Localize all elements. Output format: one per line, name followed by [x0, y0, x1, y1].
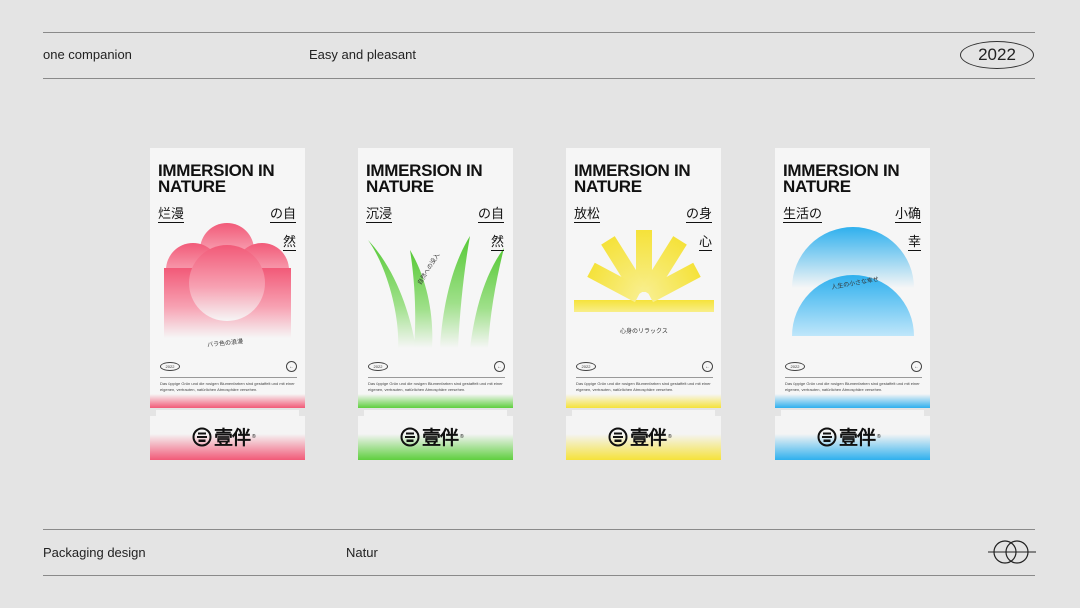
pack-description: Das üppige Grün und die rosigen Blumenfa… [785, 381, 920, 392]
pack-front: IMMERSION IN NATURE 沉浸 の自 然 自然への没入 2022 [358, 148, 513, 408]
bottom-rule-1 [43, 529, 1035, 530]
divider [576, 377, 713, 378]
jp-headline-right-1: の身 [685, 207, 712, 223]
brand-name: 壹伴 [839, 427, 876, 449]
bottom-rule-2 [43, 575, 1035, 576]
jp-headline-right-2: 然 [490, 235, 504, 251]
jp-headline-left: 生活の [783, 207, 823, 223]
top-rule-1 [43, 32, 1035, 33]
arrow-left-icon: ← [702, 361, 713, 372]
pack-description: Das üppige Grün und die rosigen Blumenfa… [576, 381, 711, 392]
arrow-left-icon: ← [911, 361, 922, 372]
mini-year-badge: 2022 [785, 362, 805, 371]
brand-seal-icon [192, 427, 212, 446]
brand-seal-icon [608, 427, 628, 446]
year-badge: 2022 [960, 41, 1034, 69]
brand-logo: 壹伴 ® [192, 423, 256, 450]
arrow-left-icon: ← [494, 361, 505, 372]
top-rule-2 [43, 78, 1035, 79]
mini-year-badge: 2022 [576, 362, 596, 371]
registered-icon: ® [877, 433, 881, 440]
pack-front: IMMERSION IN NATURE 烂漫 の自 然 バラ色の浪漫 2022 … [150, 148, 305, 408]
grass-illustration [368, 236, 504, 348]
brand-seal-icon [400, 427, 420, 446]
jp-headline-right-2: 心 [698, 235, 712, 251]
pack-base: 壹伴 ® [358, 410, 513, 460]
interlocked-rings-icon [988, 540, 1036, 564]
pack-card-yellow: IMMERSION IN NATURE 放松 の身 心 心身のリラックス 202… [566, 148, 721, 460]
pack-title: IMMERSION IN NATURE [574, 161, 691, 196]
jp-headline-right-1: の自 [269, 207, 296, 223]
brand-logo: 壹伴 ® [817, 423, 881, 450]
pack-description: Das üppige Grün und die rosigen Blumenfa… [368, 381, 503, 392]
pack-front: IMMERSION IN NATURE 放松 の身 心 心身のリラックス 202… [566, 148, 721, 408]
divider [368, 377, 505, 378]
jp-headline-left: 烂漫 [158, 207, 185, 223]
brand-logo: 壹伴 ® [400, 423, 464, 450]
divider [785, 377, 922, 378]
pack-card-green: IMMERSION IN NATURE 沉浸 の自 然 自然への没入 2022 [358, 148, 513, 460]
jp-headline-right-2: 幸 [907, 235, 921, 251]
sun-illustration [574, 230, 714, 324]
brand-name: 壹伴 [422, 427, 459, 449]
brand-seal-icon [817, 427, 837, 446]
mini-year-badge: 2022 [368, 362, 388, 371]
color-bar [775, 394, 930, 408]
header-left-text: one companion [43, 47, 132, 62]
pack-card-blue: IMMERSION IN NATURE 生活の 小确 幸 人生の小さな幸せ 20… [775, 148, 930, 460]
brand-name: 壹伴 [214, 427, 251, 449]
pack-title: IMMERSION IN NATURE [783, 161, 900, 196]
arrow-left-icon: ← [286, 361, 297, 372]
jp-headline-right-1: 小确 [894, 207, 921, 223]
footer-left-text: Packaging design [43, 545, 146, 560]
color-bar [150, 394, 305, 408]
brand-logo: 壹伴 ® [608, 423, 672, 450]
jp-headline-left: 放松 [574, 207, 601, 223]
pack-title: IMMERSION IN NATURE [158, 161, 275, 196]
jp-headline-left: 沉浸 [366, 207, 393, 223]
footer-center-text: Natur [346, 545, 378, 560]
art-caption: 心身のリラックス [620, 328, 668, 335]
registered-icon: ® [460, 433, 464, 440]
color-bar [566, 394, 721, 408]
pack-base: 壹伴 ® [566, 410, 721, 460]
domes-illustration [792, 227, 914, 336]
pack-card-pink: IMMERSION IN NATURE 烂漫 の自 然 バラ色の浪漫 2022 … [150, 148, 305, 460]
mini-year-badge: 2022 [160, 362, 180, 371]
pack-title: IMMERSION IN NATURE [366, 161, 483, 196]
pack-base: 壹伴 ® [150, 410, 305, 460]
divider [160, 377, 297, 378]
brand-name: 壹伴 [630, 427, 667, 449]
header-center-text: Easy and pleasant [309, 47, 416, 62]
jp-headline-right-1: の自 [477, 207, 504, 223]
pack-description: Das üppige Grün und die rosigen Blumenfa… [160, 381, 295, 392]
jp-headline-right-2: 然 [282, 235, 296, 251]
pack-base: 壹伴 ® [775, 410, 930, 460]
pack-front: IMMERSION IN NATURE 生活の 小确 幸 人生の小さな幸せ 20… [775, 148, 930, 408]
color-bar [358, 394, 513, 408]
registered-icon: ® [668, 433, 672, 440]
registered-icon: ® [252, 433, 256, 440]
